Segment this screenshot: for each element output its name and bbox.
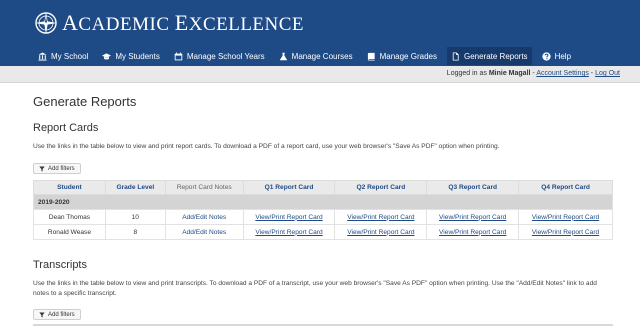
page-title: Generate Reports [33, 94, 137, 109]
filter-label: Add filters [48, 165, 75, 172]
column-header-student[interactable]: Student [33, 180, 106, 195]
filter-icon [39, 165, 45, 172]
grade-level: 10 [104, 209, 166, 225]
q1-report-card-link[interactable]: View/Print Report Card [255, 229, 322, 236]
account-settings-link[interactable]: Account Settings [536, 70, 589, 77]
q4-report-card-link[interactable]: View/Print Report Card [532, 229, 599, 236]
add-edit-notes-link[interactable]: Add/Edit Notes [182, 229, 226, 236]
transcripts-add-filters-button[interactable]: Add filters [33, 309, 81, 320]
student-name: Ronald Wease [33, 224, 106, 240]
school-year-label: 2019-2020 [33, 194, 613, 210]
column-header-q4[interactable]: Q4 Report Card [518, 180, 613, 195]
nav-label: Help [554, 51, 572, 61]
school-year-group-row: 2019-2020 [33, 194, 613, 210]
report-cards-table: Student Grade Level Report Card Notes Q1… [33, 180, 613, 240]
add-edit-notes-link[interactable]: Add/Edit Notes [182, 214, 226, 221]
school-building-icon [38, 51, 47, 61]
column-header-report-card-notes: Report Card Notes [164, 180, 244, 195]
q4-report-card-link[interactable]: View/Print Report Card [532, 214, 599, 221]
nav-my-students[interactable]: My Students [98, 47, 163, 65]
report-cards-add-filters-button[interactable]: Add filters [33, 163, 81, 174]
filter-label: Add filters [48, 311, 75, 318]
student-name: Dean Thomas [33, 209, 106, 225]
nav-manage-school-years[interactable]: Manage School Years [170, 47, 269, 65]
compass-rose-icon [35, 12, 57, 34]
nav-label: My Students [115, 51, 160, 61]
q3-report-card-link[interactable]: View/Print Report Card [439, 214, 506, 221]
user-bar: Logged in as Minie Magall - Account Sett… [0, 66, 640, 83]
user-info: Logged in as Minie Magall - Account Sett… [447, 70, 620, 77]
nav-my-school[interactable]: My School [34, 47, 92, 65]
column-header-q2[interactable]: Q2 Report Card [334, 180, 428, 195]
brand-logo[interactable]: ACADEMIC EXCELLENCE [34, 10, 305, 35]
q3-report-card-link[interactable]: View/Print Report Card [439, 229, 506, 236]
q1-report-card-link[interactable]: View/Print Report Card [255, 214, 322, 221]
table-row: Ronald Wease 8 Add/Edit Notes View/Print… [33, 224, 613, 240]
column-header-grade-level[interactable]: Grade Level [104, 180, 166, 195]
nav-label: Generate Reports [463, 51, 528, 61]
table-row: Dean Thomas 10 Add/Edit Notes View/Print… [33, 209, 613, 225]
graduation-cap-icon [102, 52, 112, 60]
grade-level: 8 [104, 224, 166, 240]
document-icon [452, 51, 459, 61]
flask-icon [279, 52, 287, 60]
nav-help[interactable]: Help [538, 47, 575, 65]
book-icon [367, 52, 375, 61]
report-cards-heading: Report Cards [33, 122, 99, 134]
nav-manage-grades[interactable]: Manage Grades [363, 47, 441, 65]
question-circle-icon [541, 51, 551, 61]
report-cards-description: Use the links in the table below to view… [33, 143, 500, 150]
user-name: Minie Magall [488, 70, 531, 77]
nav-generate-reports[interactable]: Generate Reports [446, 47, 532, 65]
nav-label: Manage School Years [186, 51, 265, 61]
table-header-row: Student Grade Level Report Card Notes Q1… [33, 180, 613, 195]
nav-manage-courses[interactable]: Manage Courses [275, 47, 357, 65]
column-header-q3[interactable]: Q3 Report Card [426, 180, 520, 195]
q2-report-card-link[interactable]: View/Print Report Card [347, 229, 414, 236]
nav-label: Manage Courses [291, 51, 353, 61]
logout-link[interactable]: Log Out [595, 70, 620, 77]
transcripts-heading: Transcripts [33, 259, 87, 271]
brand-name: ACADEMIC EXCELLENCE [62, 10, 305, 35]
column-header-q1[interactable]: Q1 Report Card [242, 180, 336, 195]
transcripts-description: Use the links in the table below to view… [33, 280, 597, 297]
filter-icon [39, 311, 45, 318]
main-nav: My School My Students Manage School Year… [34, 47, 581, 65]
calendar-icon [174, 52, 183, 60]
nav-label: Manage Grades [379, 51, 437, 61]
top-navigation-bar: ACADEMIC EXCELLENCE My School My Student… [0, 0, 640, 66]
q2-report-card-link[interactable]: View/Print Report Card [347, 214, 414, 221]
logged-in-prefix: Logged in as [446, 70, 489, 77]
nav-label: My School [51, 51, 89, 61]
